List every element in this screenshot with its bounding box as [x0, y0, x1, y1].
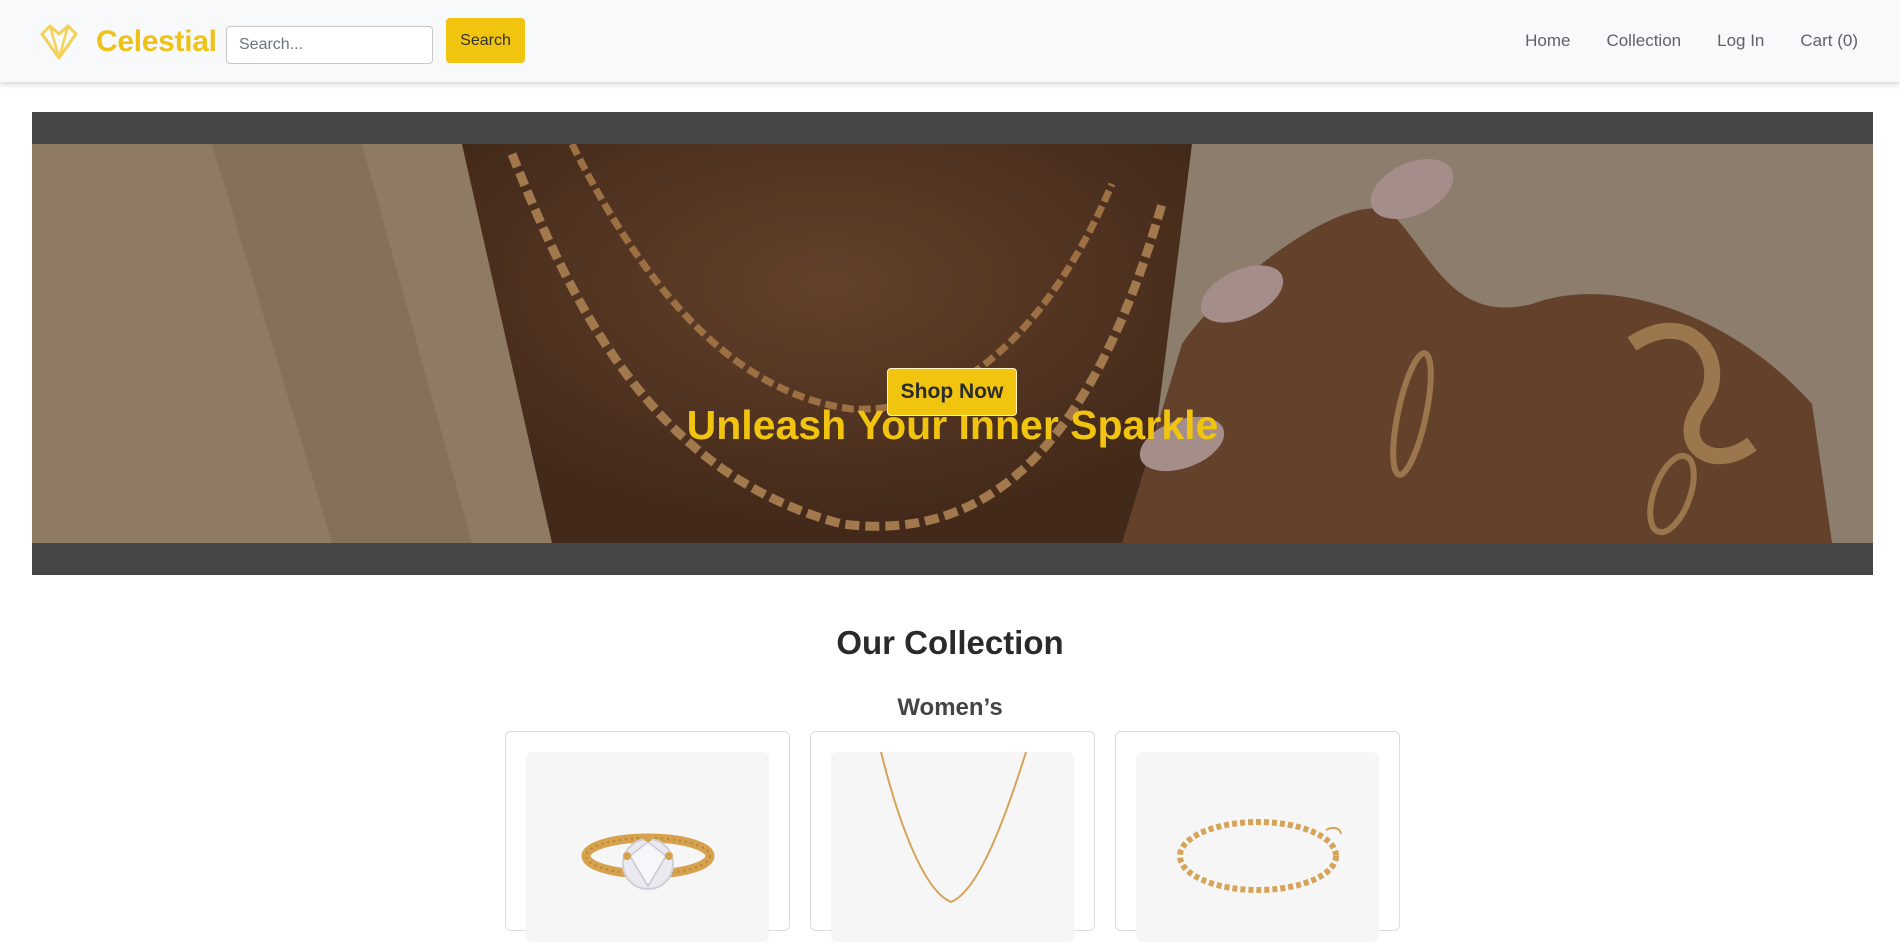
hero-banner: Unleash Your Inner Sparkle Shop Now: [32, 112, 1873, 575]
product-card[interactable]: [505, 731, 790, 942]
shop-now-button[interactable]: Shop Now: [887, 368, 1017, 416]
nav-links: Home Collection Log In Cart (0): [1525, 31, 1858, 51]
hero-image: [32, 144, 1873, 543]
collection-title: Our Collection: [836, 624, 1064, 661]
search-input[interactable]: [226, 26, 433, 64]
product-card[interactable]: [1115, 731, 1400, 942]
nav-collection[interactable]: Collection: [1606, 31, 1681, 51]
bracelet-image: [1136, 752, 1379, 942]
navbar: Celestial Search Home Collection Log In …: [0, 0, 1900, 82]
diamond-icon: [40, 24, 78, 60]
nav-login[interactable]: Log In: [1717, 31, 1764, 51]
brand-link[interactable]: Celestial: [38, 22, 217, 62]
category-title: Women’s: [897, 694, 1003, 721]
search-button[interactable]: Search: [446, 18, 525, 63]
nav-home[interactable]: Home: [1525, 31, 1570, 51]
nav-cart[interactable]: Cart (0): [1800, 31, 1858, 51]
necklace-image: [831, 752, 1074, 942]
hero-overlay: [32, 144, 1873, 543]
brand-name: Celestial: [96, 25, 217, 58]
ring-image: [526, 752, 769, 942]
product-card[interactable]: [810, 731, 1095, 942]
